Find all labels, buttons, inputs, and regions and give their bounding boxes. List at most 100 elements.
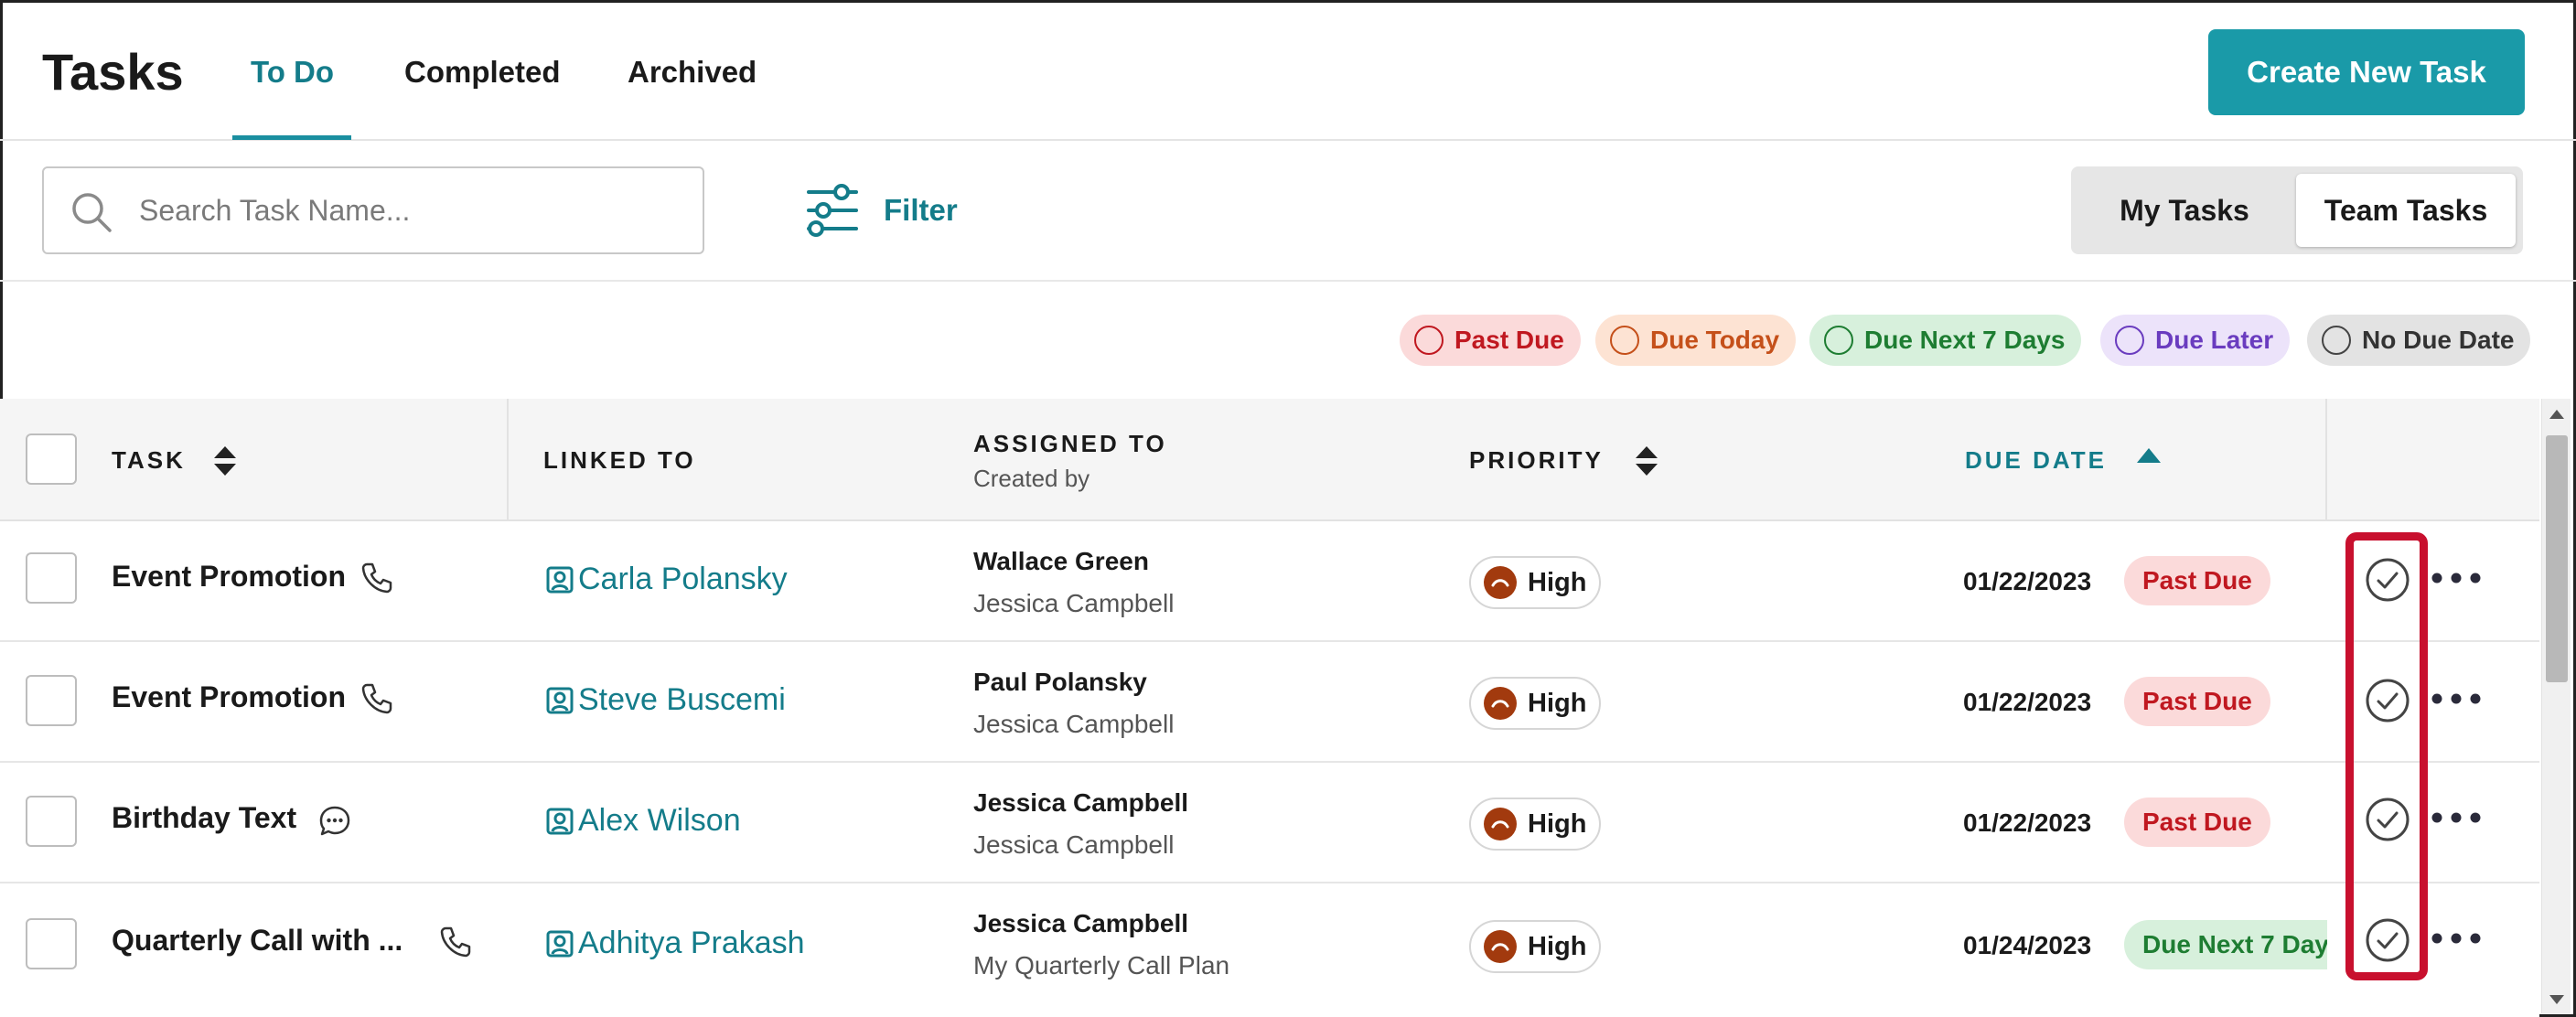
search-box[interactable] bbox=[42, 166, 704, 254]
my-tasks-toggle[interactable]: My Tasks bbox=[2078, 174, 2291, 247]
linked-contact-name[interactable]: Adhitya Prakash bbox=[578, 926, 805, 961]
linked-contact[interactable]: Carla Polansky bbox=[545, 562, 788, 597]
priority-label: High bbox=[1528, 567, 1587, 597]
task-name[interactable]: Event Promotion bbox=[112, 560, 346, 594]
row-checkbox[interactable] bbox=[26, 675, 77, 726]
assigned-to: Jessica Campbell bbox=[973, 788, 1189, 817]
legend-label: Due Today bbox=[1650, 326, 1780, 354]
priority-badge: High bbox=[1469, 798, 1601, 851]
priority-badge: High bbox=[1469, 920, 1601, 973]
priority-label: High bbox=[1528, 808, 1587, 839]
tab-completed[interactable]: Completed bbox=[404, 55, 561, 90]
status-badge: Past Due bbox=[2124, 677, 2270, 726]
page-header: Tasks To Do Completed Archived Create Ne… bbox=[0, 0, 2576, 141]
column-header-priority[interactable]: PRIORITY bbox=[1469, 446, 1604, 475]
assigned-to: Jessica Campbell bbox=[973, 909, 1189, 937]
vertical-scrollbar[interactable] bbox=[2541, 399, 2571, 1013]
status-badge: Past Due bbox=[2124, 556, 2270, 605]
assigned-to: Paul Polansky bbox=[973, 668, 1147, 696]
column-header-linked-to: LINKED TO bbox=[543, 446, 696, 474]
status-dot-icon bbox=[1414, 326, 1444, 355]
complete-action-highlight bbox=[2345, 532, 2428, 980]
legend-no-due-date: No Due Date bbox=[2307, 315, 2531, 366]
legend-label: Due Later bbox=[2155, 326, 2274, 354]
linked-contact[interactable]: Adhitya Prakash bbox=[545, 926, 805, 961]
legend-label: No Due Date bbox=[2362, 326, 2515, 354]
column-header-task[interactable]: TASK bbox=[112, 446, 186, 475]
task-name[interactable]: Birthday Text bbox=[112, 801, 296, 835]
status-badge-clip: Due Next 7 Days bbox=[2124, 920, 2327, 975]
scroll-up-arrow-icon[interactable] bbox=[2549, 410, 2564, 419]
more-options-icon[interactable] bbox=[2430, 808, 2483, 827]
legend-due-later: Due Later bbox=[2100, 315, 2291, 366]
priority-high-icon bbox=[1484, 687, 1517, 720]
row-checkbox[interactable] bbox=[26, 796, 77, 847]
status-dot-icon bbox=[2322, 326, 2351, 355]
due-date: 01/22/2023 bbox=[1963, 688, 2092, 716]
contact-icon bbox=[546, 808, 574, 834]
task-name[interactable]: Quarterly Call with ... bbox=[112, 924, 402, 958]
contact-icon bbox=[546, 687, 574, 713]
linked-contact-name[interactable]: Carla Polansky bbox=[578, 562, 788, 597]
status-dot-icon bbox=[1610, 326, 1639, 355]
table-row[interactable]: Birthday Text Alex Wilson Jessica Campbe… bbox=[0, 763, 2539, 883]
contact-icon bbox=[546, 930, 574, 957]
linked-contact-name[interactable]: Alex Wilson bbox=[578, 803, 741, 839]
row-checkbox[interactable] bbox=[26, 918, 77, 969]
column-header-due-date[interactable]: DUE DATE bbox=[1965, 446, 2107, 475]
tab-to-do[interactable]: To Do bbox=[251, 55, 334, 90]
sliders-icon bbox=[807, 184, 858, 237]
legend-label: Due Next 7 Days bbox=[1864, 326, 2066, 354]
status-badge: Due Next 7 Days bbox=[2124, 920, 2327, 969]
phone-icon bbox=[361, 562, 392, 594]
contact-icon bbox=[546, 566, 574, 593]
table-row[interactable]: Event Promotion Carla Polansky Wallace G… bbox=[0, 521, 2539, 642]
priority-high-icon bbox=[1484, 566, 1517, 599]
column-subheader-created-by: Created by bbox=[973, 465, 1090, 492]
team-tasks-toggle[interactable]: Team Tasks bbox=[2296, 174, 2516, 247]
status-dot-icon bbox=[2115, 326, 2144, 355]
legend-label: Past Due bbox=[1454, 326, 1564, 354]
linked-contact[interactable]: Alex Wilson bbox=[545, 803, 741, 839]
filter-label: Filter bbox=[884, 193, 958, 227]
search-input[interactable] bbox=[139, 187, 670, 234]
created-by: Jessica Campbell bbox=[973, 710, 1175, 738]
priority-badge: High bbox=[1469, 556, 1601, 609]
more-options-icon[interactable] bbox=[2430, 569, 2483, 587]
scrollbar-thumb[interactable] bbox=[2546, 435, 2568, 682]
row-checkbox[interactable] bbox=[26, 552, 77, 604]
sort-icon[interactable] bbox=[1634, 443, 1659, 479]
create-new-task-button[interactable]: Create New Task bbox=[2208, 29, 2525, 115]
legend-due-next-7-days: Due Next 7 Days bbox=[1809, 315, 2082, 366]
phone-icon bbox=[361, 683, 392, 714]
more-options-icon[interactable] bbox=[2430, 929, 2483, 947]
table-header: TASK LINKED TO ASSIGNED TO Created by PR… bbox=[0, 399, 2539, 521]
priority-label: High bbox=[1528, 688, 1587, 718]
select-all-checkbox[interactable] bbox=[26, 434, 77, 485]
tab-archived[interactable]: Archived bbox=[628, 55, 757, 90]
priority-high-icon bbox=[1484, 930, 1517, 963]
linked-contact[interactable]: Steve Buscemi bbox=[545, 682, 786, 718]
created-by: My Quarterly Call Plan bbox=[973, 951, 1230, 980]
legend-due-today: Due Today bbox=[1595, 315, 1797, 366]
task-scope-toggle: My Tasks Team Tasks bbox=[2071, 166, 2523, 254]
column-header-assigned-to: ASSIGNED TO bbox=[973, 430, 1167, 457]
filter-button[interactable]: Filter bbox=[805, 183, 958, 238]
task-name[interactable]: Event Promotion bbox=[112, 680, 346, 714]
scroll-down-arrow-icon[interactable] bbox=[2549, 995, 2564, 1004]
more-options-icon[interactable] bbox=[2430, 690, 2483, 708]
toolbar-divider bbox=[0, 280, 2576, 282]
sort-icon[interactable] bbox=[212, 443, 238, 479]
assigned-to: Wallace Green bbox=[973, 547, 1149, 575]
priority-high-icon bbox=[1484, 808, 1517, 840]
sort-ascending-icon[interactable] bbox=[2135, 446, 2163, 465]
table-row[interactable]: Event Promotion Steve Buscemi Paul Polan… bbox=[0, 642, 2539, 763]
due-date: 01/22/2023 bbox=[1963, 567, 2092, 595]
due-date: 01/24/2023 bbox=[1963, 931, 2092, 959]
active-tab-indicator bbox=[232, 135, 351, 140]
linked-contact-name[interactable]: Steve Buscemi bbox=[578, 682, 786, 718]
chat-icon bbox=[319, 806, 350, 836]
priority-label: High bbox=[1528, 931, 1587, 961]
legend-past-due: Past Due bbox=[1400, 315, 1581, 366]
page-title: Tasks bbox=[42, 43, 184, 101]
